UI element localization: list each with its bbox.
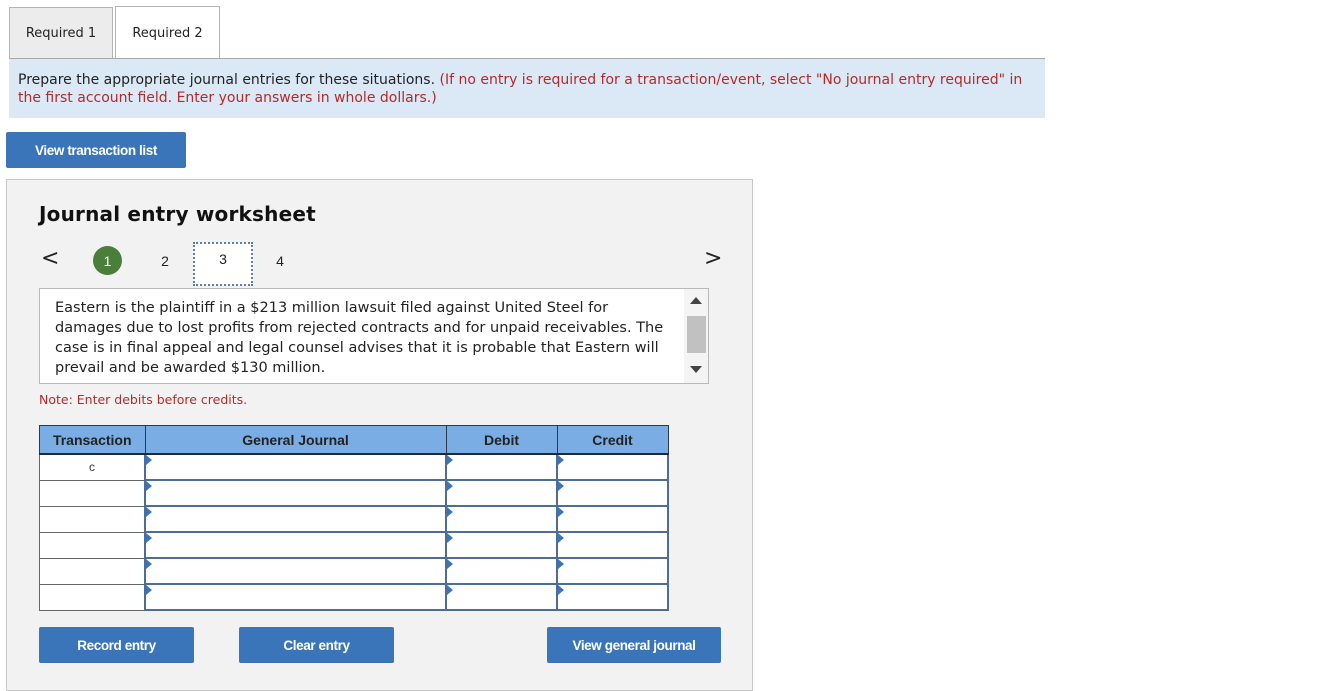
credit-input[interactable] bbox=[556, 557, 669, 585]
transaction-cell bbox=[39, 583, 146, 611]
step-1[interactable]: 1 bbox=[93, 246, 122, 275]
table-row bbox=[39, 479, 669, 507]
view-general-journal-button[interactable]: View general journal bbox=[547, 627, 721, 663]
debits-note: Note: Enter debits before credits. bbox=[39, 392, 248, 407]
debit-input[interactable] bbox=[445, 505, 558, 533]
header-transaction: Transaction bbox=[39, 425, 146, 455]
record-entry-button[interactable]: Record entry bbox=[39, 627, 194, 663]
debit-input[interactable] bbox=[445, 557, 558, 585]
view-transaction-list-button[interactable]: View transaction list bbox=[6, 132, 186, 168]
table-row bbox=[39, 557, 669, 585]
table-row: c bbox=[39, 453, 669, 481]
clear-entry-button[interactable]: Clear entry bbox=[239, 627, 394, 663]
worksheet-title: Journal entry worksheet bbox=[39, 202, 316, 226]
step-4[interactable]: 4 bbox=[272, 252, 288, 270]
transaction-cell bbox=[39, 505, 146, 533]
header-general-journal: General Journal bbox=[144, 425, 447, 455]
table-row bbox=[39, 505, 669, 533]
previous-chevron-icon[interactable]: < bbox=[41, 246, 59, 271]
table-row bbox=[39, 583, 669, 611]
scroll-down-arrow-icon[interactable] bbox=[690, 366, 702, 373]
debit-input[interactable] bbox=[445, 531, 558, 559]
instructions-main: Prepare the appropriate journal entries … bbox=[18, 72, 436, 88]
account-input[interactable] bbox=[144, 505, 447, 533]
transaction-cell: c bbox=[39, 453, 146, 481]
table-row bbox=[39, 531, 669, 559]
credit-input[interactable] bbox=[556, 479, 669, 507]
credit-input[interactable] bbox=[556, 583, 669, 611]
transaction-cell bbox=[39, 479, 146, 507]
account-input[interactable] bbox=[144, 531, 447, 559]
account-input[interactable] bbox=[144, 557, 447, 585]
next-chevron-icon[interactable]: > bbox=[704, 246, 722, 271]
description-scrollbar[interactable] bbox=[684, 289, 708, 383]
debit-input[interactable] bbox=[445, 583, 558, 611]
credit-input[interactable] bbox=[556, 453, 669, 481]
tab-required-1[interactable]: Required 1 bbox=[9, 7, 113, 59]
tab-required-2[interactable]: Required 2 bbox=[115, 6, 220, 59]
table-header-row: Transaction General Journal Debit Credit bbox=[39, 425, 669, 455]
scroll-thumb[interactable] bbox=[687, 316, 706, 353]
debit-input[interactable] bbox=[445, 479, 558, 507]
header-credit: Credit bbox=[556, 425, 669, 455]
credit-input[interactable] bbox=[556, 531, 669, 559]
transaction-cell bbox=[39, 557, 146, 585]
scroll-up-arrow-icon[interactable] bbox=[690, 297, 702, 304]
transaction-description: Eastern is the plaintiff in a $213 milli… bbox=[55, 300, 664, 376]
step-3[interactable]: 3 bbox=[193, 242, 253, 286]
credit-input[interactable] bbox=[556, 505, 669, 533]
instructions-box: Prepare the appropriate journal entries … bbox=[9, 59, 1045, 118]
transaction-description-box: Eastern is the plaintiff in a $213 milli… bbox=[39, 288, 709, 384]
header-debit: Debit bbox=[445, 425, 558, 455]
transaction-cell bbox=[39, 531, 146, 559]
account-input[interactable] bbox=[144, 453, 447, 481]
step-2[interactable]: 2 bbox=[157, 252, 173, 270]
debit-input[interactable] bbox=[445, 453, 558, 481]
journal-entry-worksheet-panel: Journal entry worksheet < 1 2 3 4 > East… bbox=[6, 179, 753, 691]
journal-entry-table: Transaction General Journal Debit Credit… bbox=[39, 425, 669, 611]
account-input[interactable] bbox=[144, 583, 447, 611]
account-input[interactable] bbox=[144, 479, 447, 507]
